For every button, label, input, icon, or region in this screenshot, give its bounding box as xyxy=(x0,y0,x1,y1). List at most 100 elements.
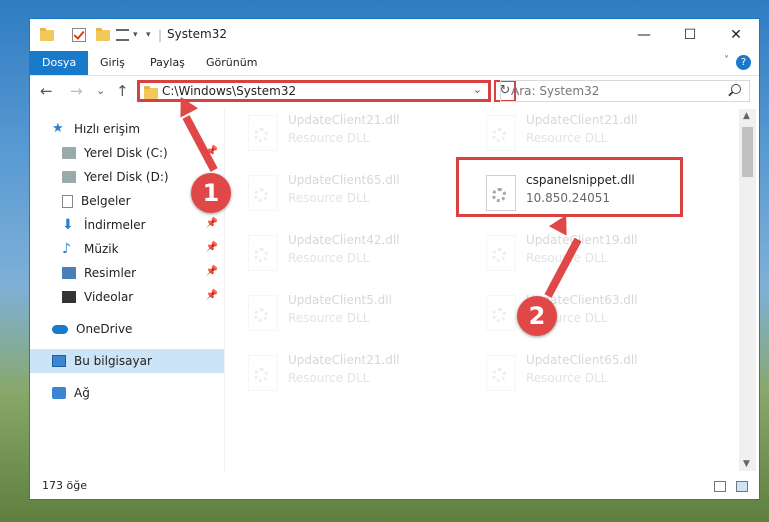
scroll-thumb[interactable] xyxy=(742,127,753,177)
file-name: UpdateClient5.dll xyxy=(288,293,392,307)
file-description: Resource DLL xyxy=(288,311,370,325)
dll-file-icon xyxy=(486,355,516,391)
file-name: UpdateClient42.dll xyxy=(288,233,400,247)
address-folder-icon xyxy=(144,86,158,99)
file-item[interactable]: UpdateClient5.dll Resource DLL xyxy=(234,289,444,339)
recent-locations-button[interactable]: ⌄ xyxy=(96,84,105,97)
help-icon[interactable]: ? xyxy=(736,55,751,70)
dll-file-icon xyxy=(248,235,278,271)
address-dropdown-icon[interactable]: ⌄ xyxy=(473,83,482,96)
video-icon xyxy=(62,291,76,303)
minimize-button[interactable]: — xyxy=(621,19,667,51)
dll-file-icon xyxy=(248,115,278,151)
search-icon xyxy=(731,84,741,94)
file-description: Resource DLL xyxy=(288,251,370,265)
document-icon xyxy=(62,194,73,208)
tab-view[interactable]: Görünüm xyxy=(194,51,269,75)
explorer-window: ▾ ▾ | System32 — ☐ ✕ Dosya Giriş Paylaş … xyxy=(29,18,760,500)
sidebar-item-network[interactable]: Ağ xyxy=(30,381,224,405)
file-item[interactable]: UpdateClient63.dll Resource DLL xyxy=(472,289,682,339)
disk-icon xyxy=(62,171,76,183)
navigation-bar: ← → ⌄ ↑ C:\Windows\System32 ⌄ ↻ Ara: Sys… xyxy=(30,76,759,108)
file-description: Resource DLL xyxy=(288,371,370,385)
file-description: Resource DLL xyxy=(288,191,370,205)
file-item[interactable]: UpdateClient65.dll Resource DLL xyxy=(472,349,682,399)
dll-file-icon xyxy=(486,295,516,331)
search-input[interactable]: Ara: System32 xyxy=(511,84,599,98)
sidebar-item-disk-c[interactable]: Yerel Disk (C:) 📌 xyxy=(30,141,224,165)
title-separator: | xyxy=(158,28,163,42)
file-name: UpdateClient21.dll xyxy=(526,113,638,127)
maximize-button[interactable]: ☐ xyxy=(667,19,713,51)
properties-icon[interactable] xyxy=(116,26,129,44)
file-description: Resource DLL xyxy=(288,131,370,145)
item-count: 173 öğe xyxy=(42,479,87,492)
file-item[interactable]: UpdateClient19.dll Resource DLL xyxy=(472,229,682,279)
star-icon: ★ xyxy=(52,121,64,136)
sidebar-item-label: Bu bilgisayar xyxy=(74,354,152,368)
sidebar-item-label: Yerel Disk (C:) xyxy=(84,146,168,160)
pin-icon: 📌 xyxy=(205,218,218,229)
properties-check-icon[interactable] xyxy=(72,26,86,44)
close-button[interactable]: ✕ xyxy=(713,19,759,51)
collapse-ribbon-icon[interactable]: ˅ xyxy=(724,55,729,66)
forward-button[interactable]: → xyxy=(70,82,83,100)
search-box[interactable]: Ara: System32 xyxy=(500,80,750,102)
new-folder-icon[interactable] xyxy=(96,26,110,44)
sidebar-item-label: Yerel Disk (D:) xyxy=(84,170,169,184)
dll-file-icon xyxy=(486,115,516,151)
title-bar: ▾ ▾ | System32 — ☐ ✕ xyxy=(30,19,759,51)
file-item[interactable]: UpdateClient21.dll Resource DLL xyxy=(234,349,444,399)
vertical-scrollbar[interactable]: ▲ ▼ xyxy=(739,109,756,471)
up-button[interactable]: ↑ xyxy=(116,82,129,100)
dll-file-icon xyxy=(248,295,278,331)
scroll-down-icon[interactable]: ▼ xyxy=(743,459,750,469)
scroll-up-icon[interactable]: ▲ xyxy=(743,111,750,121)
details-view-icon[interactable] xyxy=(714,481,726,492)
sidebar-item-label: Hızlı erişim xyxy=(74,122,141,136)
file-description: Resource DLL xyxy=(526,371,608,385)
navigation-pane: ★ Hızlı erişim Yerel Disk (C:) 📌 Yerel D… xyxy=(30,109,225,471)
sidebar-item-pictures[interactable]: Resimler 📌 xyxy=(30,261,224,285)
sidebar-item-label: OneDrive xyxy=(76,322,133,336)
pin-icon: 📌 xyxy=(205,266,218,277)
back-button[interactable]: ← xyxy=(40,82,53,100)
callout-number-2: 2 xyxy=(517,296,557,336)
dll-file-icon xyxy=(486,235,516,271)
tab-file[interactable]: Dosya xyxy=(30,51,89,75)
tab-share[interactable]: Paylaş xyxy=(138,51,197,75)
picture-icon xyxy=(62,267,76,279)
sidebar-item-onedrive[interactable]: OneDrive xyxy=(30,317,224,341)
sidebar-item-label: Videolar xyxy=(84,290,134,304)
tab-home[interactable]: Giriş xyxy=(88,51,137,75)
dll-file-icon xyxy=(248,355,278,391)
file-description: Resource DLL xyxy=(526,131,608,145)
file-name: UpdateClient21.dll xyxy=(288,113,400,127)
sidebar-item-this-pc[interactable]: Bu bilgisayar xyxy=(30,349,224,373)
window-title: System32 xyxy=(167,27,228,41)
customize-qa-icon[interactable]: ▾ xyxy=(146,26,151,44)
file-name: UpdateClient21.dll xyxy=(288,353,400,367)
sidebar-item-label: Resimler xyxy=(84,266,137,280)
cloud-icon xyxy=(52,324,68,334)
music-note-icon: ♪ xyxy=(62,241,71,257)
file-name: UpdateClient65.dll xyxy=(526,353,638,367)
sidebar-item-label: Belgeler xyxy=(81,194,131,208)
sidebar-item-label: Müzik xyxy=(84,242,119,256)
file-item[interactable]: UpdateClient21.dll Resource DLL xyxy=(234,109,444,159)
computer-icon xyxy=(52,355,66,367)
pin-icon: 📌 xyxy=(205,242,218,253)
sidebar-item-music[interactable]: ♪ Müzik 📌 xyxy=(30,237,224,261)
sidebar-item-downloads[interactable]: ⬇ İndirmeler 📌 xyxy=(30,213,224,237)
file-item[interactable]: UpdateClient42.dll Resource DLL xyxy=(234,229,444,279)
file-item[interactable]: UpdateClient21.dll Resource DLL xyxy=(472,109,682,159)
file-item[interactable]: UpdateClient65.dll Resource DLL xyxy=(234,169,444,219)
sidebar-item-videos[interactable]: Videolar 📌 xyxy=(30,285,224,309)
download-icon: ⬇ xyxy=(62,217,74,233)
file-highlight-box xyxy=(456,157,683,217)
tiles-view-icon[interactable] xyxy=(736,481,748,492)
file-name: UpdateClient65.dll xyxy=(288,173,400,187)
qa-dropdown-icon[interactable]: ▾ xyxy=(133,26,138,44)
pin-icon: 📌 xyxy=(205,290,218,301)
callout-number-1: 1 xyxy=(191,173,231,213)
